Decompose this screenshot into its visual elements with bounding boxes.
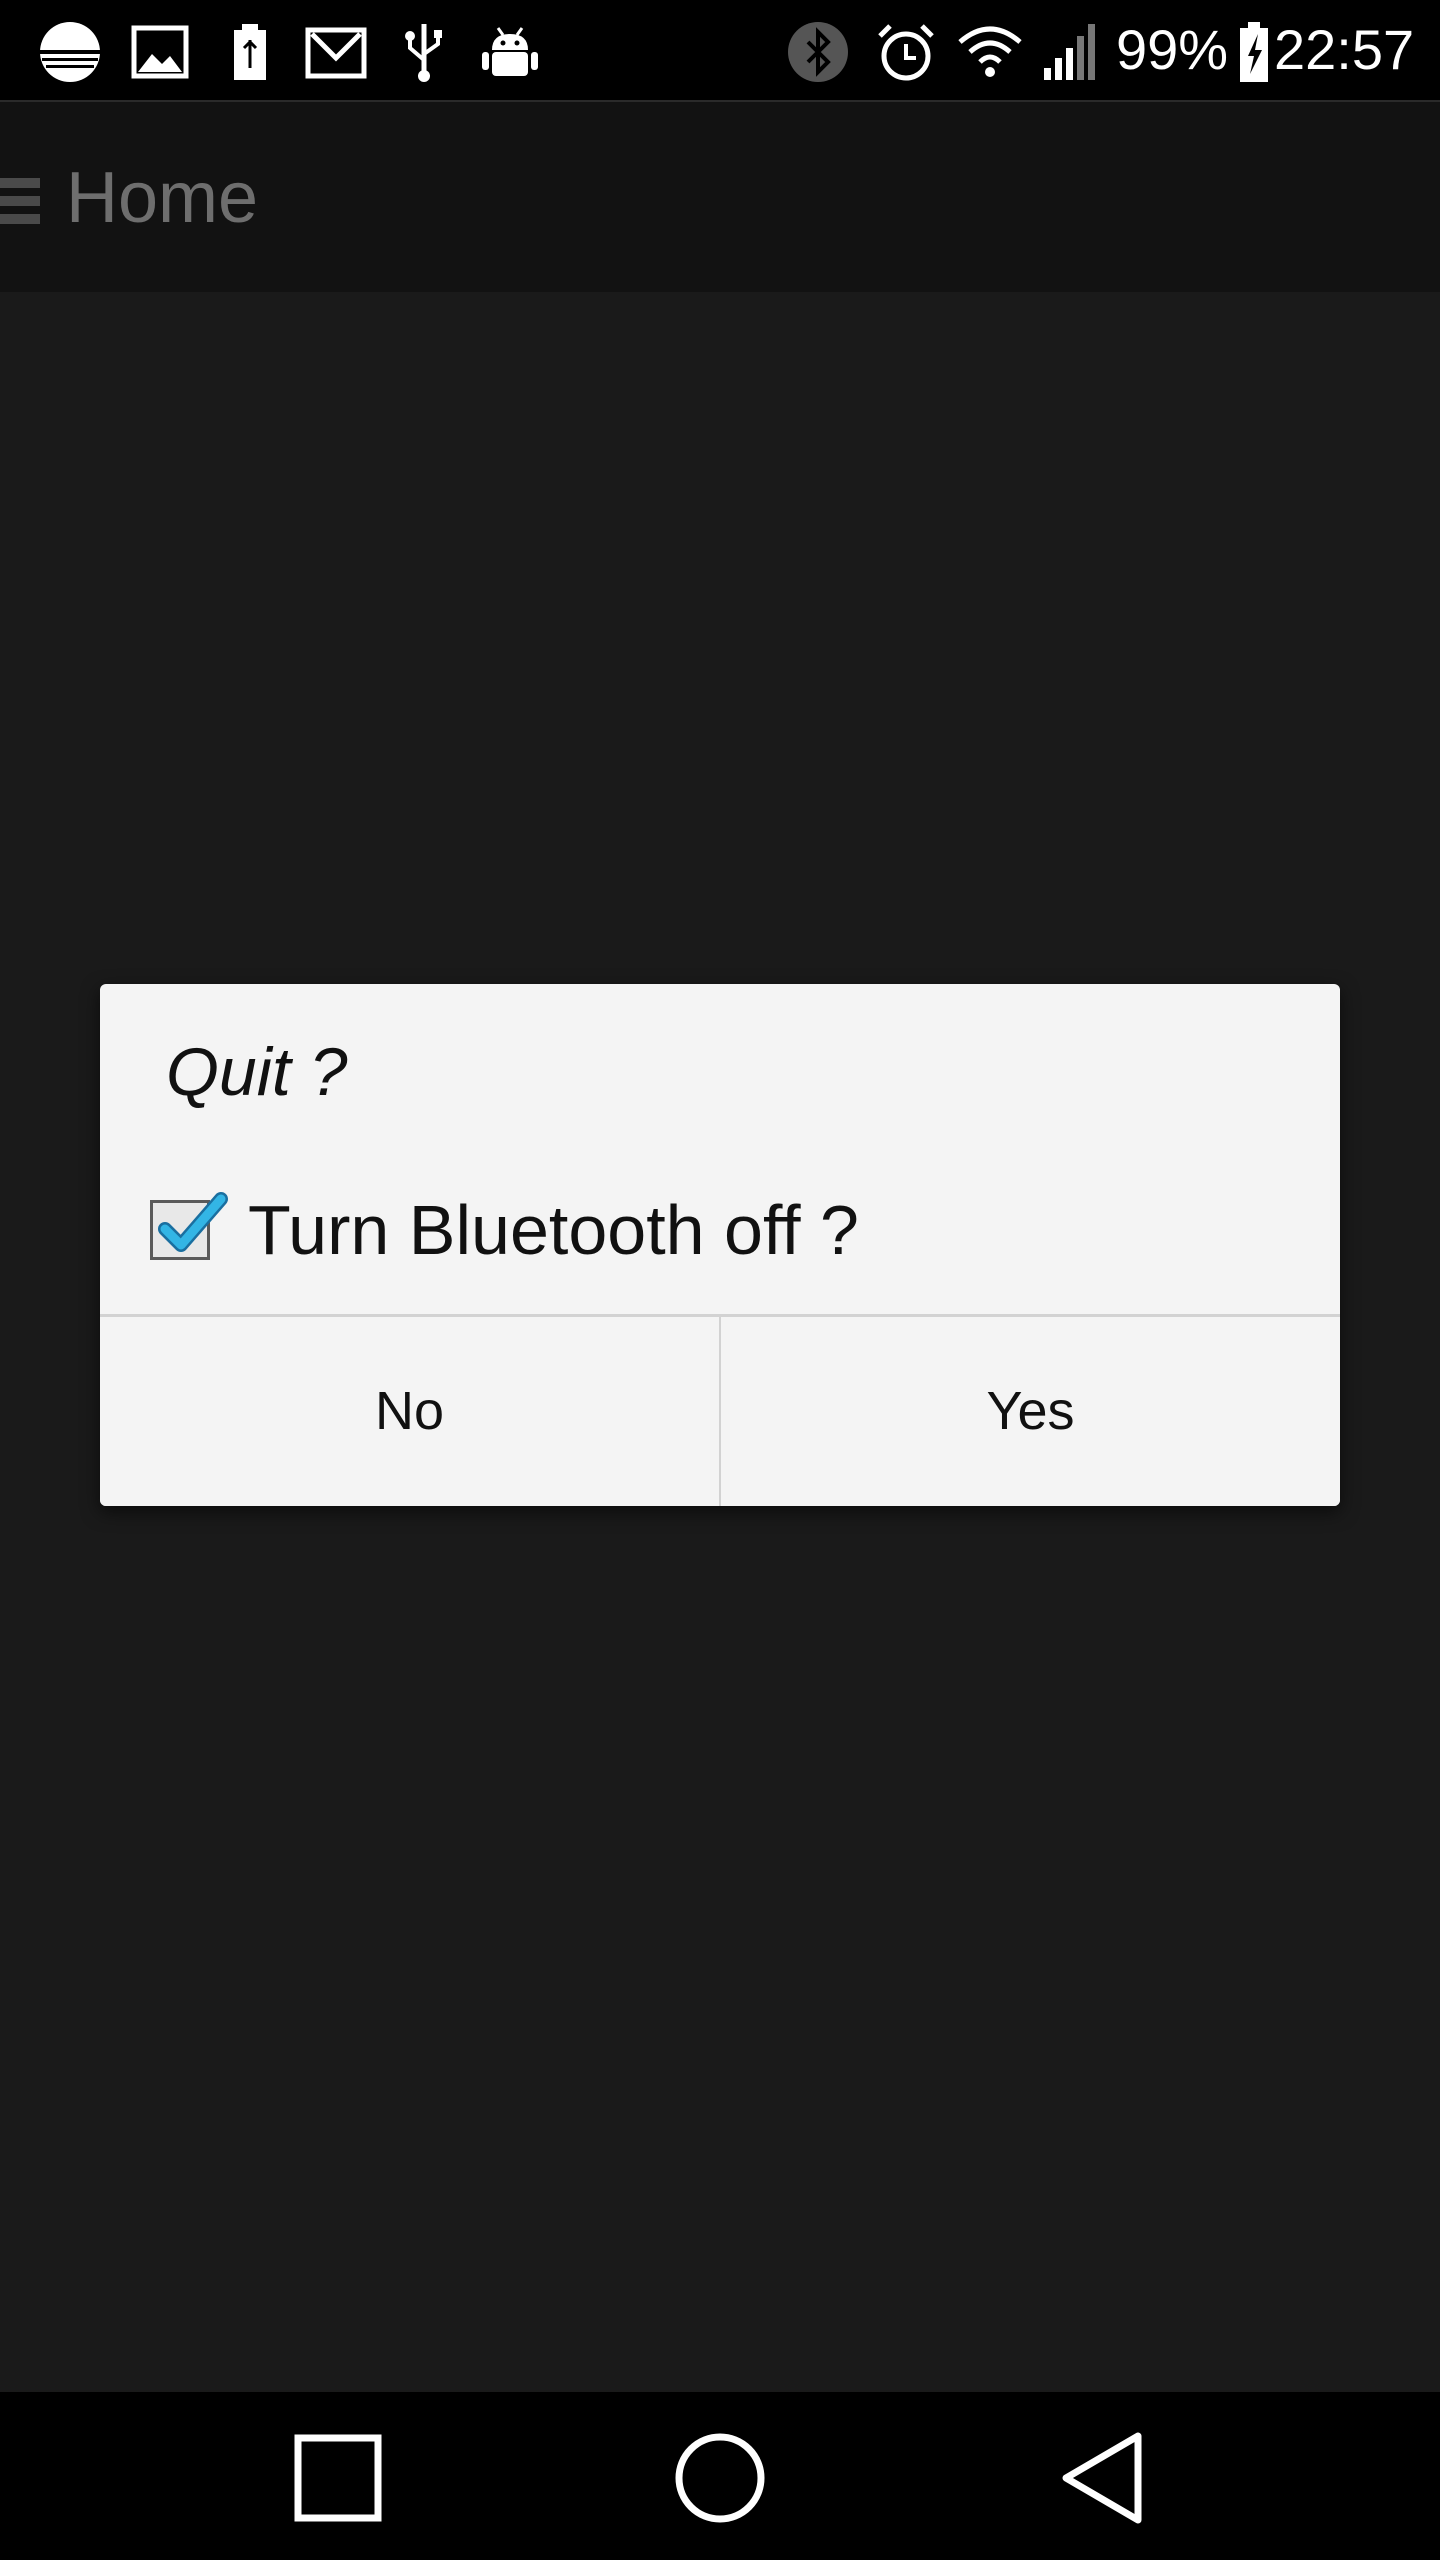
yes-button[interactable]: Yes bbox=[721, 1317, 1340, 1506]
bluetooth-off-option[interactable]: Turn Bluetooth off ? bbox=[150, 1190, 1250, 1270]
checkmark-icon bbox=[158, 1192, 228, 1252]
gmail-icon bbox=[304, 20, 368, 84]
usb-icon bbox=[392, 20, 456, 84]
no-button[interactable]: No bbox=[100, 1317, 719, 1506]
battery-percent: 99% bbox=[1116, 18, 1229, 81]
battery-saver-icon bbox=[218, 20, 282, 84]
clock: 22:57 bbox=[1274, 18, 1415, 81]
bluetooth-off-checkbox[interactable] bbox=[150, 1192, 228, 1260]
alarm-icon bbox=[874, 20, 938, 84]
status-bar: 99% 22:57 bbox=[0, 0, 1440, 100]
image-icon bbox=[128, 20, 192, 84]
navigation-bar bbox=[0, 2392, 1440, 2560]
bluetooth-icon bbox=[786, 20, 850, 84]
quit-dialog: Quit ? Turn Bluetooth off ? No Yes bbox=[100, 984, 1340, 1506]
back-icon[interactable] bbox=[1052, 2428, 1152, 2528]
wifi-icon bbox=[958, 20, 1022, 84]
action-bar: Home bbox=[0, 100, 1440, 292]
page-title[interactable]: Home bbox=[66, 156, 258, 240]
home-icon[interactable] bbox=[670, 2428, 770, 2528]
recents-icon[interactable] bbox=[288, 2428, 388, 2528]
android-debug-icon bbox=[478, 20, 542, 84]
checkbox-label[interactable]: Turn Bluetooth off ? bbox=[248, 1190, 859, 1270]
app-icon bbox=[38, 20, 102, 84]
dialog-title: Quit ? bbox=[166, 1034, 348, 1110]
hamburger-menu-icon[interactable] bbox=[0, 168, 44, 232]
screen: 99% 22:57 Home Quit ? Turn Bluetooth off… bbox=[0, 0, 1440, 2560]
signal-icon bbox=[1040, 20, 1104, 84]
